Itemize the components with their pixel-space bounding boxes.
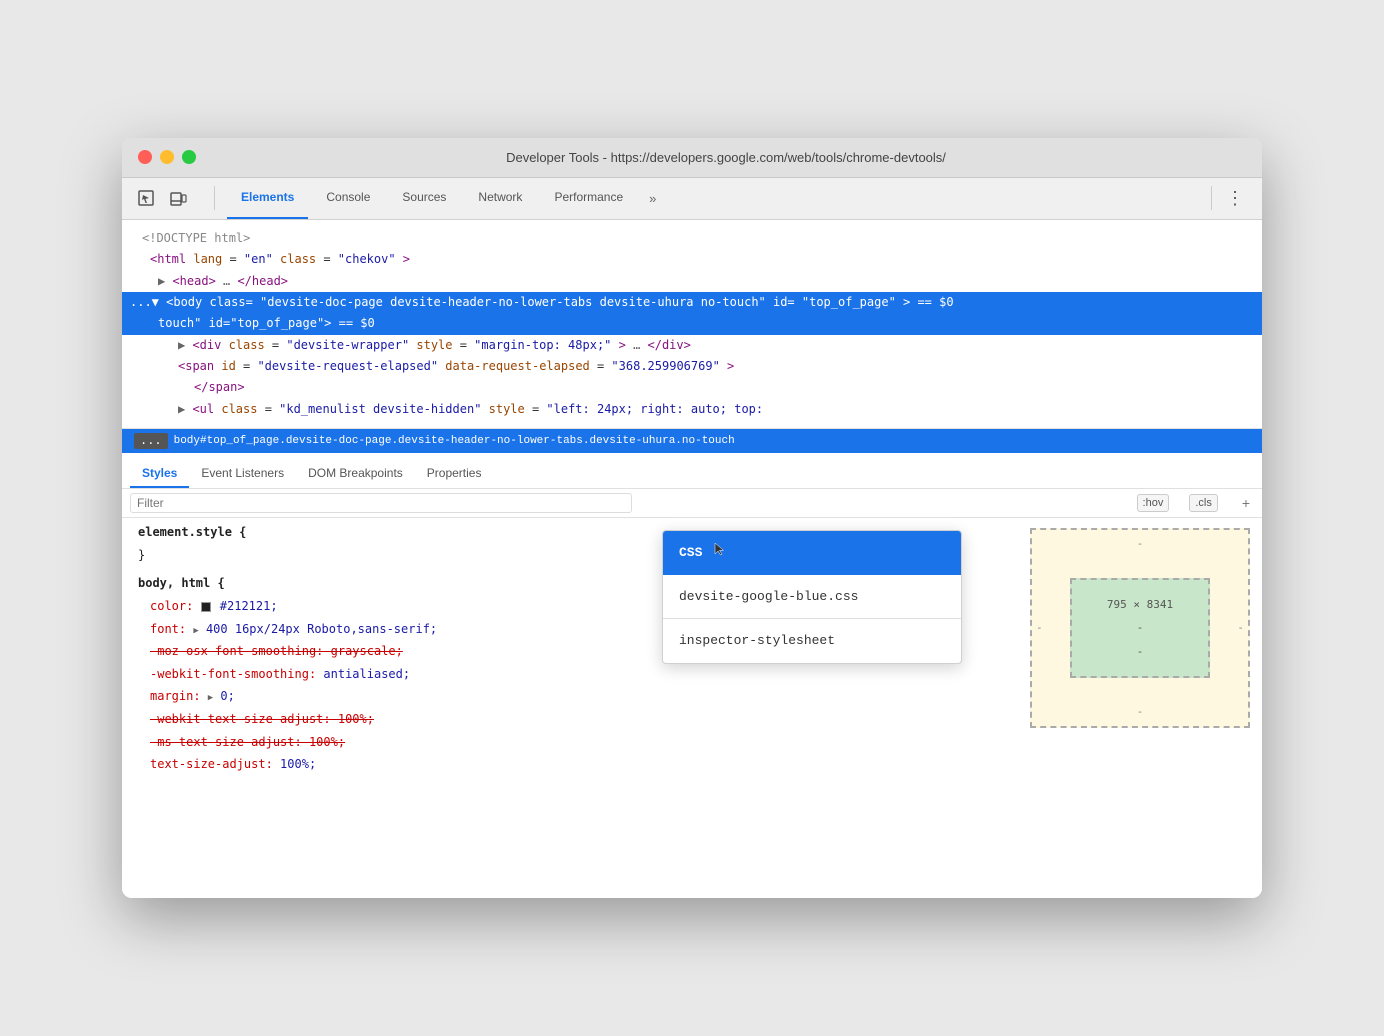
cursor-icon [714,542,726,556]
styles-filter-input[interactable] [130,493,632,513]
tab-console[interactable]: Console [312,177,384,219]
box-inner-dash2: - [1137,642,1144,662]
box-model-inner: 795 × 8341 - - [1070,578,1210,678]
toolbar-separator-2 [1211,186,1212,210]
dom-line[interactable]: <span id = "devsite-request-elapsed" dat… [122,356,1262,377]
dom-line[interactable]: ▶ <div class = "devsite-wrapper" style =… [122,335,1262,356]
dom-line: <!DOCTYPE html> [122,228,1262,249]
minimize-button[interactable] [160,150,174,164]
color-swatch [201,602,211,612]
toolbar-icons [134,186,190,210]
toolbar-separator [214,186,215,210]
dom-tree: <!DOCTYPE html> <html lang = "en" class … [122,220,1262,430]
devtools-toolbar: Elements Console Sources Network Perform… [122,178,1262,220]
dom-line-body[interactable]: ...▼ <body class= "devsite-doc-page devs… [122,292,1262,313]
box-model-outer: - - 795 × 8341 - - - - [1030,528,1250,728]
box-margin-right: - [1237,618,1244,638]
box-model-preview: - - 795 × 8341 - - - - [1030,528,1250,728]
box-margin-left: - [1036,618,1043,638]
close-button[interactable] [138,150,152,164]
dropdown-item-css[interactable]: CSS [663,531,961,575]
maximize-button[interactable] [182,150,196,164]
tab-styles[interactable]: Styles [130,460,189,488]
devtools-body: <!DOCTYPE html> <html lang = "en" class … [122,220,1262,899]
devtools-menu-button[interactable]: ⋮ [1220,184,1250,213]
tab-network[interactable]: Network [464,177,536,219]
cls-button[interactable]: .cls [1189,494,1218,512]
css-code-area: element.style { } body, html { devsite-g… [122,518,1262,898]
css-prop-text-size[interactable]: text-size-adjust: 100%; [122,754,1262,777]
tab-performance[interactable]: Performance [540,177,637,219]
inspect-icon[interactable] [134,186,158,210]
tab-dom-breakpoints[interactable]: DOM Breakpoints [296,460,415,488]
breadcrumb-dots: ... [134,433,168,449]
toolbar-end: ⋮ [1203,184,1250,213]
styles-tabs: Styles Event Listeners DOM Breakpoints P… [122,453,1262,489]
dom-line: touch" id="top_of_page"> == $0 [122,313,1262,334]
box-inner-dash1: - [1137,618,1144,638]
tab-elements[interactable]: Elements [227,177,308,219]
hov-button[interactable]: :hov [1137,494,1170,512]
dropdown-item-devsite-css[interactable]: devsite-google-blue.css [663,575,961,618]
tab-properties[interactable]: Properties [415,460,494,488]
traffic-lights [138,150,196,164]
filter-row: :hov .cls + [122,489,1262,518]
add-style-button[interactable]: + [1238,495,1254,511]
styles-panel: Styles Event Listeners DOM Breakpoints P… [122,453,1262,898]
box-size-label: 795 × 8341 [1107,595,1173,615]
dom-line[interactable]: ▶ <head> … </head> [122,271,1262,292]
tab-event-listeners[interactable]: Event Listeners [189,460,296,488]
css-prop-ms-text[interactable]: -ms-text-size-adjust: 100%; [122,732,1262,755]
devtools-window: Developer Tools - https://developers.goo… [122,138,1262,899]
css-dropdown-popup: CSS devsite-google-blue.css inspect [662,530,962,663]
breadcrumb: ... body#top_of_page.devsite-doc-page.de… [122,429,1262,453]
box-margin-bottom: - [1137,702,1144,722]
tab-sources[interactable]: Sources [388,177,460,219]
dom-line[interactable]: <html lang = "en" class = "chekov" > [122,249,1262,270]
window-title: Developer Tools - https://developers.goo… [206,150,1246,165]
dropdown-item-inspector[interactable]: inspector-stylesheet [663,619,961,662]
dom-line: </span> [122,377,1262,398]
titlebar: Developer Tools - https://developers.goo… [122,138,1262,178]
breadcrumb-path: body#top_of_page.devsite-doc-page.devsit… [174,435,735,447]
more-tabs-button[interactable]: » [641,187,664,210]
dom-line[interactable]: ▶ <ul class = "kd_menulist devsite-hidde… [122,399,1262,420]
box-margin-top: - [1137,534,1144,554]
device-icon[interactable] [166,186,190,210]
